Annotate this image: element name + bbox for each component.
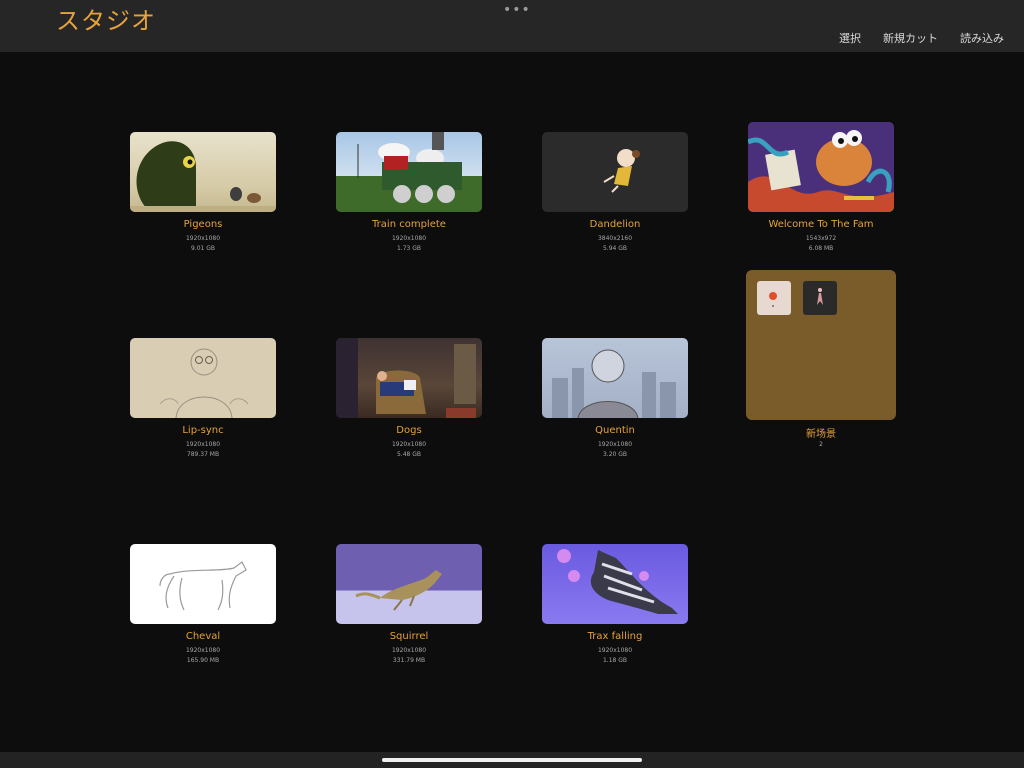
app-title: スタジオ — [56, 7, 156, 35]
project-thumbnail — [130, 544, 276, 624]
project-thumbnail — [542, 544, 688, 624]
project-thumbnail — [130, 132, 276, 212]
project-resolution: 1920x1080 — [597, 647, 633, 654]
project-size: 6.08 MB — [808, 245, 834, 252]
project-name: Cheval — [185, 631, 221, 642]
project-size: 5.48 GB — [396, 451, 422, 458]
project-resolution: 1920x1080 — [391, 441, 427, 448]
project-size: 1.18 GB — [602, 657, 628, 664]
folder-preview-thumbnail — [757, 281, 791, 315]
project-thumbnail — [336, 338, 482, 418]
toolbar-actions: 選択 新規カット 読み込み — [839, 30, 1004, 46]
project-resolution: 3840x2160 — [597, 235, 633, 242]
project-name: Trax falling — [587, 631, 643, 642]
project-name: Welcome To The Fam — [768, 219, 874, 230]
project-resolution: 1920x1080 — [391, 235, 427, 242]
project-resolution: 1920x1080 — [185, 441, 221, 448]
project-thumbnail — [130, 338, 276, 418]
project-thumbnail — [542, 338, 688, 418]
project-size: 9.01 GB — [190, 245, 216, 252]
project-size: 1.73 GB — [396, 245, 422, 252]
project-resolution: 1920x1080 — [185, 647, 221, 654]
new-cut-button[interactable]: 新規カット — [883, 30, 938, 46]
folder-item-count: 2 — [819, 441, 823, 448]
folder-name: 新场景 — [806, 429, 836, 440]
project-name: Squirrel — [389, 631, 429, 642]
top-bar: スタジオ ••• 選択 新規カット 読み込み — [0, 0, 1024, 52]
import-button[interactable]: 読み込み — [960, 30, 1004, 46]
project-name: Pigeons — [183, 219, 223, 230]
project-thumbnail — [748, 122, 894, 212]
project-name: Dandelion — [589, 219, 641, 230]
project-name: Quentin — [595, 425, 635, 436]
project-thumbnail — [336, 132, 482, 212]
project-size: 3.20 GB — [602, 451, 628, 458]
project-resolution: 1920x1080 — [185, 235, 221, 242]
project-size: 331.79 MB — [392, 657, 426, 664]
select-button[interactable]: 選択 — [839, 30, 861, 46]
project-size: 5.94 GB — [602, 245, 628, 252]
project-name: Train complete — [372, 219, 446, 230]
project-resolution: 1920x1080 — [597, 441, 633, 448]
project-thumbnail — [542, 132, 688, 212]
home-bar — [0, 752, 1024, 768]
project-size: 789.37 MB — [186, 451, 220, 458]
scene-folder[interactable] — [746, 270, 896, 420]
project-name: Dogs — [396, 425, 422, 436]
project-thumbnail — [336, 544, 482, 624]
more-options-icon[interactable]: ••• — [503, 2, 531, 18]
project-resolution: 1543x972 — [805, 235, 837, 242]
project-resolution: 1920x1080 — [391, 647, 427, 654]
home-indicator[interactable] — [382, 758, 642, 762]
project-size: 165.90 MB — [186, 657, 220, 664]
project-name: Lip-sync — [182, 425, 224, 436]
folder-preview-thumbnail — [803, 281, 837, 315]
